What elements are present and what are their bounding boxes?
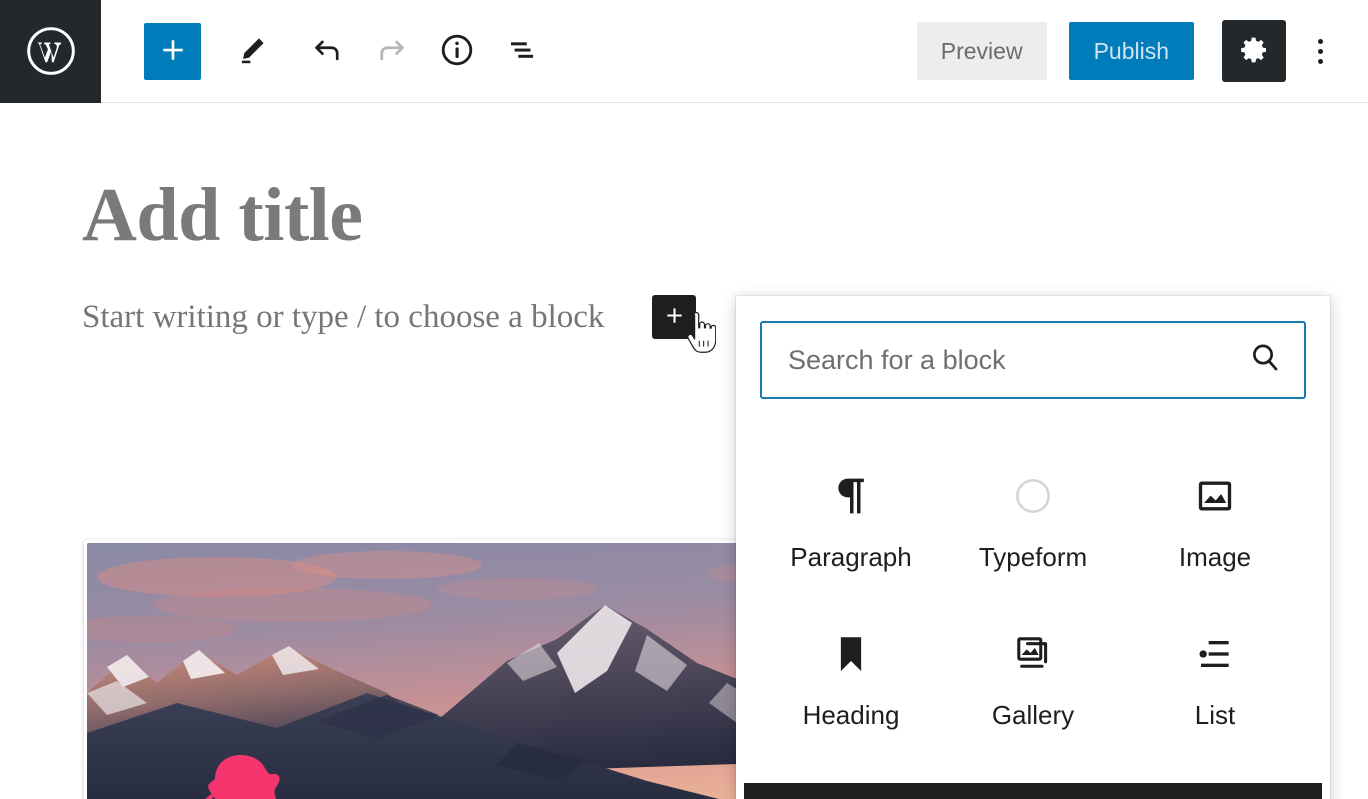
- content-info-button[interactable]: [428, 23, 485, 80]
- browse-all-button[interactable]: Browse all: [744, 783, 1322, 799]
- paragraph-placeholder[interactable]: Start writing or type / to choose a bloc…: [82, 301, 604, 334]
- block-item-paragraph[interactable]: Paragraph: [760, 456, 942, 614]
- more-vertical-icon: [1318, 59, 1323, 64]
- block-label: Paragraph: [790, 544, 911, 570]
- block-label: Image: [1179, 544, 1251, 570]
- wordpress-block-editor: Preview Publish Add title Start writing …: [0, 0, 1368, 799]
- block-item-gallery[interactable]: Gallery: [942, 614, 1124, 772]
- add-block-toolbar-button[interactable]: [144, 23, 201, 80]
- undo-button[interactable]: [298, 23, 355, 80]
- document-outline-button[interactable]: [493, 23, 550, 80]
- info-circle-icon: [439, 32, 475, 71]
- edit-mode-button[interactable]: [223, 23, 280, 80]
- block-item-list[interactable]: List: [1124, 614, 1306, 772]
- block-item-image[interactable]: Image: [1124, 456, 1306, 614]
- block-label: List: [1195, 702, 1235, 728]
- inline-add-block-button[interactable]: [652, 295, 696, 339]
- circle-outline-icon: [1013, 470, 1053, 522]
- pencil-icon: [236, 34, 268, 69]
- block-search-wrapper: [760, 321, 1306, 399]
- more-vertical-icon: [1318, 49, 1323, 54]
- redo-arrow-icon: [375, 33, 409, 70]
- bulleted-list-icon: [1195, 628, 1235, 680]
- toolbar-left-group: [101, 0, 550, 103]
- bookmark-icon: [832, 628, 870, 680]
- wordpress-logo-icon: [25, 25, 77, 77]
- block-label: Gallery: [992, 702, 1074, 728]
- block-search-input[interactable]: [760, 321, 1306, 399]
- plus-icon: [663, 304, 686, 330]
- document-outline-icon: [505, 33, 539, 70]
- undo-arrow-icon: [310, 33, 344, 70]
- wordpress-logo-button[interactable]: [0, 0, 101, 103]
- plus-icon: [158, 35, 188, 68]
- publish-button[interactable]: Publish: [1069, 22, 1194, 80]
- block-item-heading[interactable]: Heading: [760, 614, 942, 772]
- paragraph-pilcrow-icon: [831, 470, 871, 522]
- editor-toolbar: Preview Publish: [0, 0, 1368, 103]
- image-icon: [1195, 470, 1235, 522]
- toolbar-right-group: Preview Publish: [917, 0, 1368, 103]
- more-options-button[interactable]: [1298, 23, 1342, 80]
- block-inserter-body: Paragraph Typeform: [736, 296, 1330, 783]
- preview-button[interactable]: Preview: [917, 22, 1047, 80]
- block-item-typeform[interactable]: Typeform: [942, 456, 1124, 614]
- gear-icon: [1238, 34, 1270, 69]
- post-title-placeholder[interactable]: Add title: [82, 177, 363, 253]
- settings-toggle-button[interactable]: [1222, 20, 1286, 82]
- gallery-stacked-images-icon: [1012, 628, 1054, 680]
- block-label: Typeform: [979, 544, 1087, 570]
- redo-button[interactable]: [363, 23, 420, 80]
- editor-canvas: Add title Start writing or type / to cho…: [0, 103, 1368, 799]
- block-label: Heading: [803, 702, 900, 728]
- more-vertical-icon: [1318, 39, 1323, 44]
- block-type-grid: Paragraph Typeform: [760, 456, 1306, 772]
- block-inserter-popover: Paragraph Typeform: [736, 296, 1330, 799]
